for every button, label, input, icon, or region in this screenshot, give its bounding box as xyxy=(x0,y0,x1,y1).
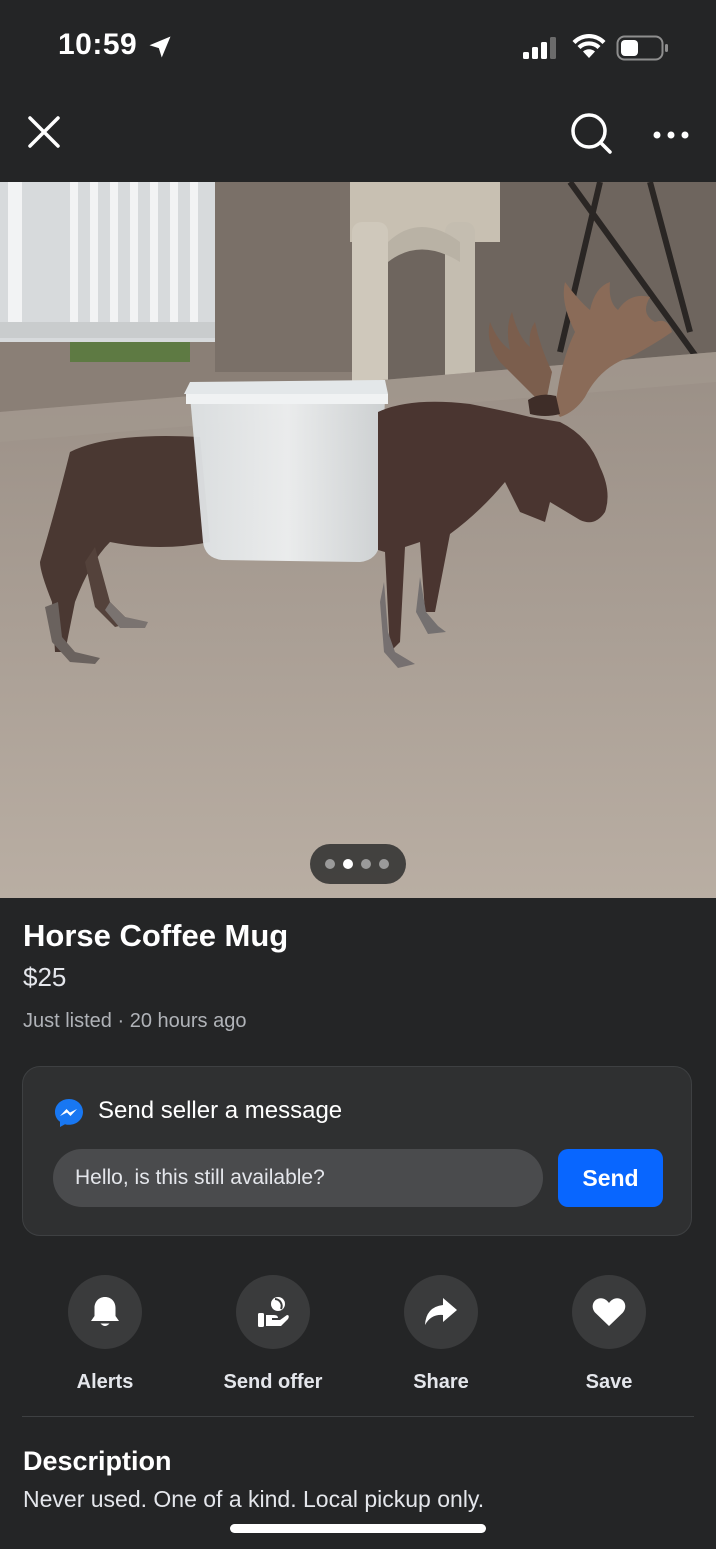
send-button[interactable]: Send xyxy=(558,1149,663,1207)
status-bar: 10:59 xyxy=(0,0,716,92)
send-offer-label: Send offer xyxy=(223,1371,323,1393)
close-button[interactable] xyxy=(26,114,62,150)
alerts-label: Alerts xyxy=(76,1371,134,1393)
alerts-button[interactable]: Alerts xyxy=(21,1275,189,1394)
send-offer-circle xyxy=(236,1275,310,1349)
send-offer-button[interactable]: Send offer xyxy=(189,1275,357,1394)
share-icon xyxy=(425,1298,457,1325)
save-button[interactable]: Save xyxy=(525,1275,693,1394)
top-nav-bar xyxy=(0,92,716,182)
listing-title: Horse Coffee Mug xyxy=(23,918,289,953)
listing-price: $25 xyxy=(23,962,67,992)
action-row: Alerts Send offer Share Save xyxy=(0,1275,716,1395)
description-text: Never used. One of a kind. Local pickup … xyxy=(23,1486,485,1512)
close-icon xyxy=(28,116,60,148)
description-heading: Description xyxy=(23,1446,172,1476)
listing-photo[interactable] xyxy=(0,182,716,898)
search-icon xyxy=(571,113,612,154)
save-label: Save xyxy=(585,1371,633,1393)
cellular-signal-icon xyxy=(523,37,556,59)
location-arrow-icon xyxy=(149,36,171,58)
alerts-circle xyxy=(68,1275,142,1349)
search-button[interactable] xyxy=(568,110,614,156)
share-label: Share xyxy=(413,1371,469,1393)
battery-icon xyxy=(616,35,668,61)
save-circle xyxy=(572,1275,646,1349)
message-input[interactable] xyxy=(53,1149,543,1207)
wifi-icon xyxy=(572,34,606,58)
bell-icon xyxy=(91,1297,119,1326)
more-options-button[interactable] xyxy=(652,128,690,140)
marketplace-listing-screen: 10:59 Horse Coffee Mug $25 Just listed ·… xyxy=(0,0,716,1549)
more-dots-icon xyxy=(653,131,689,139)
share-button[interactable]: Share xyxy=(357,1275,525,1394)
offer-icon xyxy=(258,1297,289,1327)
home-indicator[interactable] xyxy=(230,1524,486,1533)
status-time: 10:59 xyxy=(58,28,138,61)
heart-icon xyxy=(592,1298,626,1326)
photo-pager xyxy=(310,844,406,884)
section-divider xyxy=(22,1416,694,1417)
messenger-icon xyxy=(55,1099,83,1127)
message-seller-card: Send seller a message Send xyxy=(22,1066,692,1236)
message-heading: Send seller a message xyxy=(98,1097,343,1124)
moose-mug-photo xyxy=(0,182,716,898)
share-circle xyxy=(404,1275,478,1349)
listing-meta: Just listed · 20 hours ago xyxy=(23,1010,247,1032)
